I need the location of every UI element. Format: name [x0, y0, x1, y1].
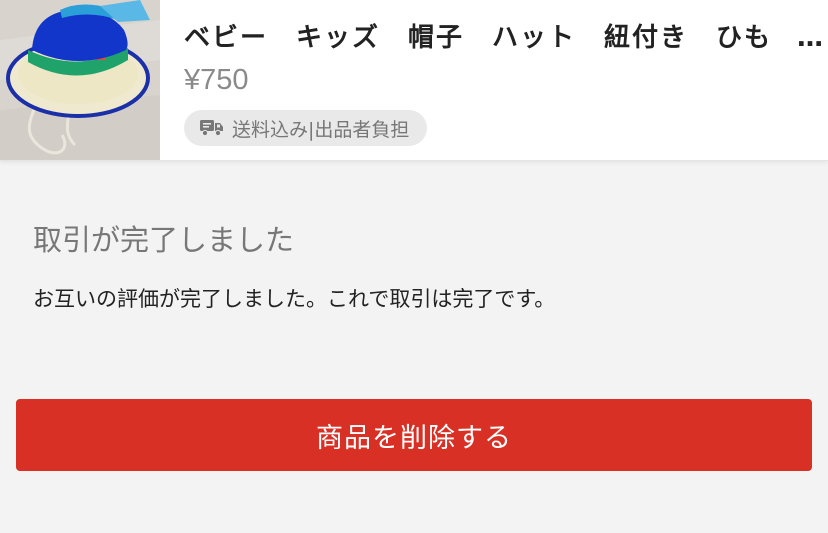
shipping-badge: 送料込み|出品者負担 [184, 110, 428, 146]
delete-item-button[interactable]: 商品を削除する [16, 399, 812, 471]
hat-photo-icon [0, 0, 160, 160]
item-summary-card[interactable]: ベビー キッズ 帽子 ハット 紐付き ひも … ¥750 送料込み|出品者負担 [0, 0, 828, 161]
item-price: ¥750 [184, 64, 249, 96]
truck-icon [200, 120, 223, 137]
shipping-badge-label: 送料込み|出品者負担 [232, 118, 410, 141]
transaction-status-message: お互いの評価が完了しました。これで取引は完了です。 [33, 287, 556, 311]
transaction-status-title: 取引が完了しました [33, 223, 295, 257]
item-title: ベビー キッズ 帽子 ハット 紐付き ひも … [184, 23, 824, 53]
item-thumbnail[interactable] [0, 0, 160, 160]
